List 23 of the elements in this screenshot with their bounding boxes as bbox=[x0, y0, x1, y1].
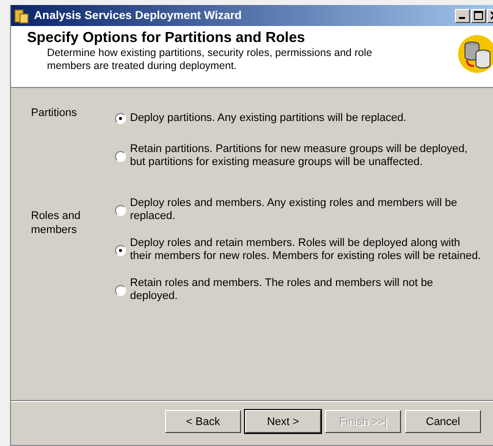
window-title: Analysis Services Deployment Wizard bbox=[34, 10, 243, 22]
radio-button[interactable] bbox=[115, 244, 126, 256]
radio-button[interactable] bbox=[115, 284, 126, 296]
page-title: Specify Options for Partitions and Roles bbox=[27, 30, 306, 46]
cubes-icon bbox=[14, 8, 30, 24]
radio-option[interactable]: Deploy roles and retain members. Roles will be deployed along with their members for new roles. Members for existing roles will be retained. bbox=[115, 237, 482, 263]
maximize-icon bbox=[474, 11, 483, 20]
radio-option[interactable]: Deploy partitions. Any existing partitions will be replaced. bbox=[115, 112, 482, 125]
radio-option[interactable]: Retain partitions. Partitions for new measure groups will be deployed, but partitions for existing measure groups will be unaffected. bbox=[115, 143, 482, 169]
radio-option[interactable]: Deploy roles and members. Any existing roles and members will be replaced. bbox=[115, 197, 482, 223]
radio-button[interactable] bbox=[115, 113, 126, 124]
maximize-button[interactable] bbox=[471, 8, 486, 22]
database-icon bbox=[457, 34, 493, 74]
wizard-button[interactable]: < Back bbox=[165, 410, 241, 433]
minimize-button[interactable] bbox=[455, 8, 470, 22]
group-label: Partitions bbox=[31, 106, 78, 121]
radio-option[interactable]: Retain roles and members. The roles and members will not be deployed. bbox=[115, 277, 482, 303]
radio-button[interactable] bbox=[115, 150, 126, 162]
wizard-button[interactable]: Next > bbox=[245, 410, 321, 433]
page-description: Determine how existing partitions, security roles, permissions and role members are treated during deployment. bbox=[46, 47, 374, 73]
wizard-button[interactable]: Cancel bbox=[405, 410, 481, 433]
radio-button[interactable] bbox=[115, 204, 126, 216]
group-label: Roles and members bbox=[31, 209, 82, 238]
